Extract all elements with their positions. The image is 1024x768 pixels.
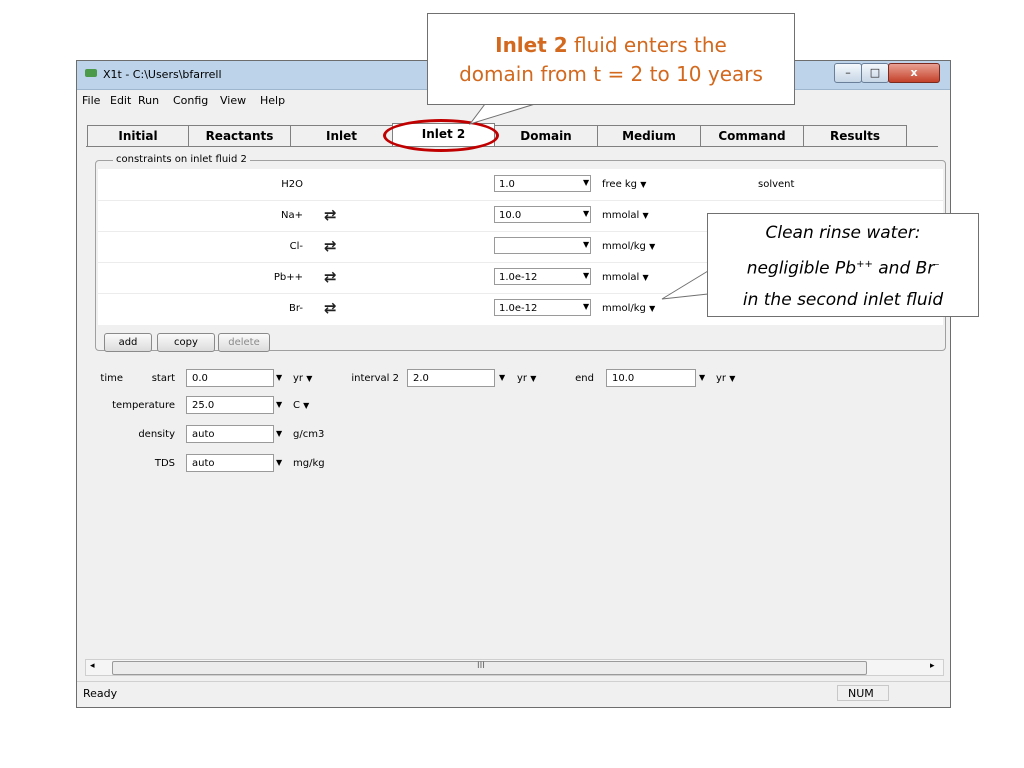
right-callout-pointer	[661, 270, 709, 300]
callout-text: domain from t = 2 to 10 years	[459, 62, 763, 86]
callout-text: negligible Pb	[746, 258, 857, 279]
right-callout: Clean rinse water: negligible Pb++ and B…	[707, 213, 979, 317]
callout-superscript: –	[934, 259, 940, 270]
top-callout-pointer	[468, 103, 536, 125]
callout-text: Clean rinse water:	[765, 223, 921, 243]
top-callout: Inlet 2 fluid enters the domain from t =…	[427, 13, 795, 105]
callout-text: and Br	[872, 258, 935, 279]
callout-emphasis: Inlet 2	[495, 33, 568, 57]
callout-superscript: ++	[856, 259, 873, 270]
callout-pointers	[468, 103, 709, 300]
callout-text: fluid enters the	[567, 33, 727, 57]
callout-text: in the second inlet fluid	[742, 289, 944, 310]
